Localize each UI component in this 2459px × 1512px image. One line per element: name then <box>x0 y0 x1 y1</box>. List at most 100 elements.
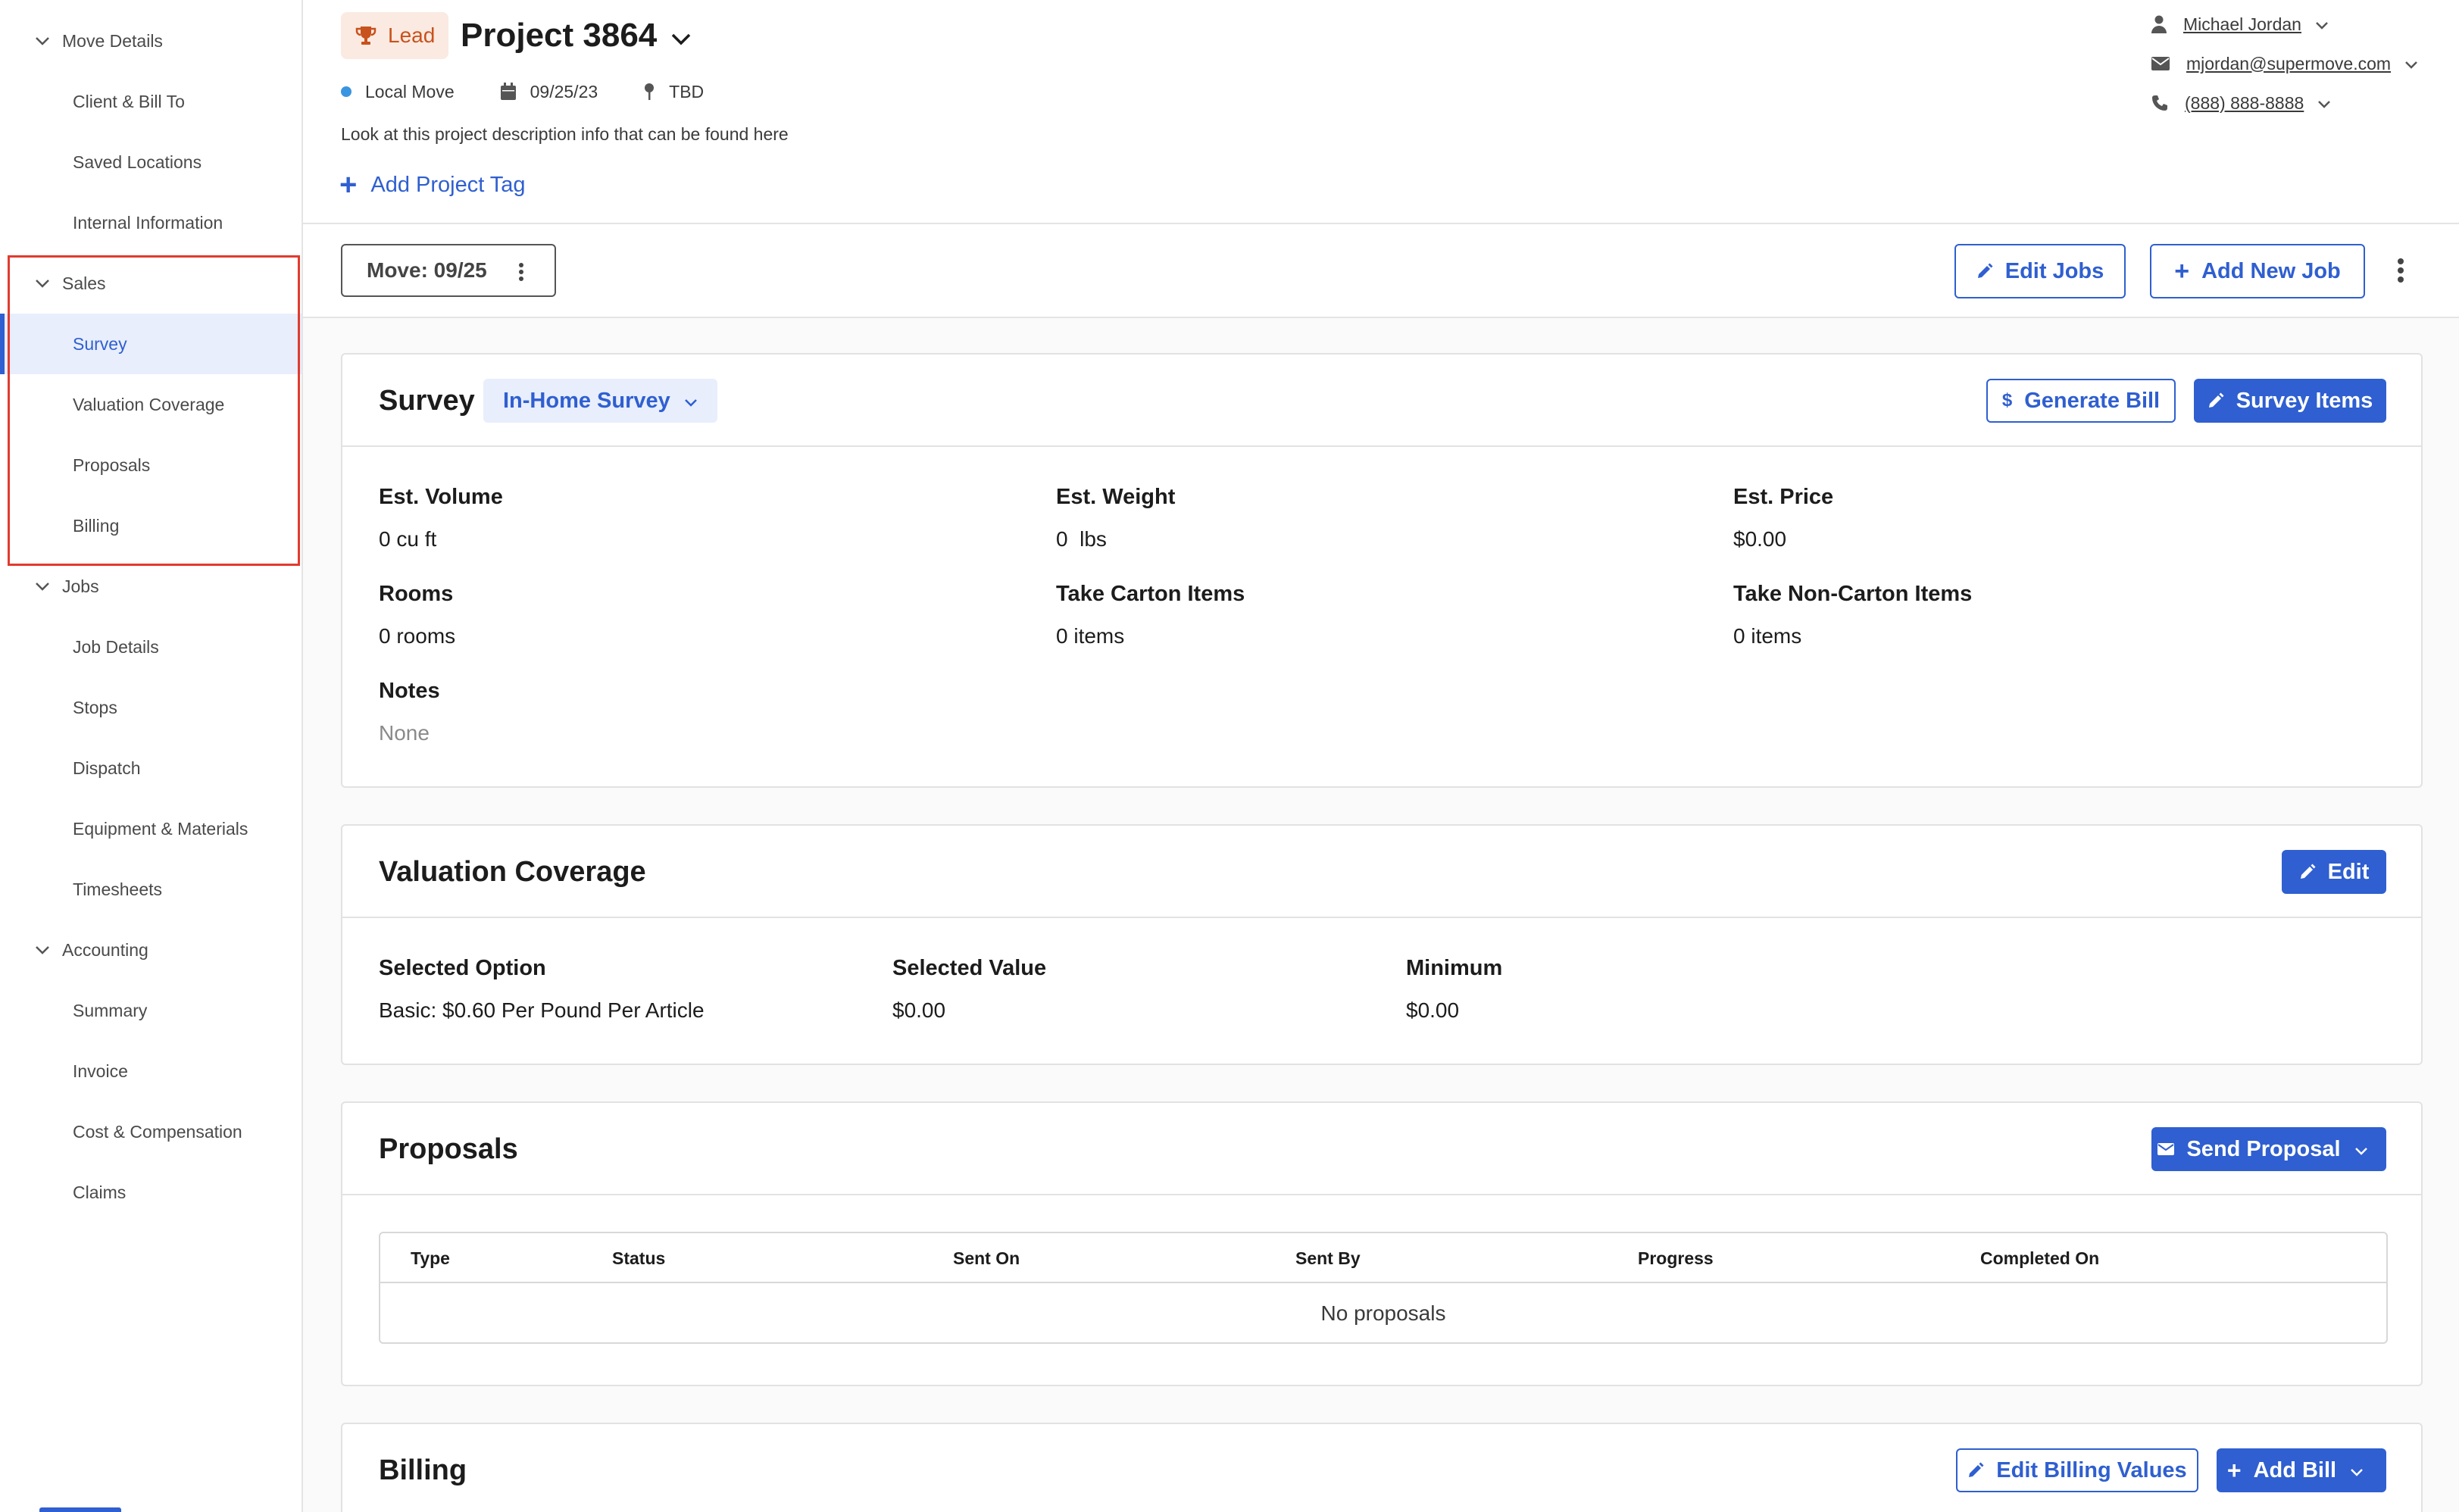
project-title: Project 3864 <box>461 17 658 54</box>
phone-icon <box>2152 95 2167 111</box>
more-options-kebab-icon[interactable] <box>2397 258 2404 283</box>
sidebar-item-job-details[interactable]: Job Details <box>0 617 302 677</box>
proposals-table: Type Status Sent On Sent By Progress Com… <box>379 1232 2388 1344</box>
sidebar-item-summary[interactable]: Summary <box>0 980 302 1041</box>
sidebar-section-accounting[interactable]: Accounting <box>0 920 302 980</box>
chevron-down-icon <box>2317 93 2331 114</box>
plus-icon: + <box>2174 256 2190 286</box>
proposals-card: Proposals Send Proposal Type Status Sent… <box>341 1101 2423 1386</box>
project-title-dropdown[interactable]: Project 3864 <box>461 12 692 59</box>
sidebar-item-label: Survey <box>73 333 127 354</box>
move-selector-button[interactable]: Move: 09/25 <box>341 244 556 297</box>
pencil-icon <box>2300 864 2316 879</box>
sidebar-section-label: Accounting <box>62 939 148 960</box>
move-type-label: Local Move <box>365 81 455 102</box>
sidebar-section-move-details[interactable]: Move Details <box>0 11 302 71</box>
user-icon <box>2151 15 2167 33</box>
contact-name[interactable]: Michael Jordan <box>2151 9 2329 39</box>
send-proposal-button[interactable]: Send Proposal <box>2151 1127 2386 1171</box>
sidebar-item-timesheets[interactable]: Timesheets <box>0 859 302 920</box>
billing-card: Billing Edit Billing Values + Add Bill <box>341 1423 2423 1512</box>
map-pin-icon <box>645 83 655 100</box>
column-status: Status <box>612 1248 666 1268</box>
valuation-edit-button[interactable]: Edit <box>2282 850 2386 894</box>
selected-option-label: Selected Option <box>379 956 546 980</box>
add-project-tag-button[interactable]: + Add Project Tag <box>339 168 526 201</box>
sidebar-item-equipment-materials[interactable]: Equipment & Materials <box>0 798 302 859</box>
send-proposal-label: Send Proposal <box>2186 1136 2341 1161</box>
est-volume-label: Est. Volume <box>379 485 503 509</box>
envelope-icon <box>2157 1143 2175 1155</box>
sidebar-section-jobs[interactable]: Jobs <box>0 556 302 617</box>
sidebar-item-label: Equipment & Materials <box>73 818 248 839</box>
rooms-label: Rooms <box>379 582 454 606</box>
take-carton-items-label: Take Carton Items <box>1056 582 1245 606</box>
valuation-coverage-card: Valuation Coverage Edit Selected Option … <box>341 824 2423 1065</box>
sidebar-section-sales[interactable]: Sales <box>0 253 302 314</box>
plus-icon: + <box>2226 1456 2242 1484</box>
move-location: TBD <box>643 82 704 102</box>
chevron-down-icon <box>35 579 50 594</box>
generate-bill-button[interactable]: $ Generate Bill <box>1986 379 2176 423</box>
sidebar-item-survey[interactable]: Survey <box>0 314 302 374</box>
sidebar-item-billing[interactable]: Billing <box>0 495 302 556</box>
billing-title: Billing <box>379 1454 467 1486</box>
jobs-toolbar: Move: 09/25 Edit Jobs + Add New Job <box>303 226 2459 318</box>
contact-email-link[interactable]: mjordan@supermove.com <box>2186 54 2391 74</box>
est-weight-label: Est. Weight <box>1056 485 1176 509</box>
project-header: Lead Project 3864 Local Move 09/25/23 TB… <box>303 0 2459 224</box>
contact-email[interactable]: mjordan@supermove.com <box>2151 48 2418 79</box>
chevron-down-icon <box>684 389 698 414</box>
move-date: 09/25/23 <box>500 82 598 102</box>
chevron-down-icon <box>2350 1458 2376 1483</box>
sidebar-item-internal-information[interactable]: Internal Information <box>0 192 302 253</box>
sidebar-item-label: Job Details <box>73 636 159 657</box>
minimum-value: $0.00 <box>1406 998 1460 1022</box>
sidebar-item-proposals[interactable]: Proposals <box>0 435 302 495</box>
selected-option-value: Basic: $0.60 Per Pound Per Article <box>379 998 705 1022</box>
sidebar-item-cost-compensation[interactable]: Cost & Compensation <box>0 1101 302 1162</box>
kebab-menu-icon <box>519 263 523 281</box>
sidebar-item-dispatch[interactable]: Dispatch <box>0 738 302 798</box>
sidebar-section-label: Jobs <box>62 576 99 596</box>
chevron-down-icon <box>2354 1137 2380 1162</box>
sidebar-item-label: Valuation Coverage <box>73 394 225 414</box>
sidebar-item-valuation-coverage[interactable]: Valuation Coverage <box>0 374 302 435</box>
take-non-carton-items-label: Take Non-Carton Items <box>1733 582 1973 606</box>
move-selector-label: Move: 09/25 <box>367 258 487 282</box>
edit-billing-values-button[interactable]: Edit Billing Values <box>1956 1448 2198 1492</box>
contact-phone-link[interactable]: (888) 888-8888 <box>2185 93 2304 114</box>
est-price-value: $0.00 <box>1733 527 1787 551</box>
contact-name-link[interactable]: Michael Jordan <box>2183 14 2301 35</box>
move-type-dot <box>341 86 352 97</box>
est-volume-value: 0 cu ft <box>379 527 437 551</box>
add-bill-button[interactable]: + Add Bill <box>2217 1448 2386 1492</box>
chevron-down-icon <box>670 17 692 55</box>
column-type: Type <box>411 1248 450 1268</box>
sidebar-item-label: Stops <box>73 697 117 717</box>
sidebar-item-stops[interactable]: Stops <box>0 677 302 738</box>
lead-badge-label: Lead <box>388 23 436 47</box>
survey-card: Survey In-Home Survey $ Generate Bill Su… <box>341 353 2423 788</box>
chevron-down-icon <box>2315 14 2329 35</box>
sidebar-item-label: Saved Locations <box>73 152 202 172</box>
column-completed-on: Completed On <box>1980 1248 2100 1268</box>
billing-card-header: Billing Edit Billing Values + Add Bill <box>342 1424 2421 1512</box>
contact-phone[interactable]: (888) 888-8888 <box>2151 88 2331 118</box>
sidebar-item-claims[interactable]: Claims <box>0 1162 302 1223</box>
sidebar-item-label: Invoice <box>73 1061 128 1081</box>
sidebar-item-saved-locations[interactable]: Saved Locations <box>0 132 302 192</box>
add-project-tag-label: Add Project Tag <box>370 172 526 197</box>
proposals-table-header: Type Status Sent On Sent By Progress Com… <box>380 1233 2386 1283</box>
sidebar-section-label: Sales <box>62 273 106 293</box>
pencil-icon <box>2208 392 2224 408</box>
survey-items-button[interactable]: Survey Items <box>2194 379 2386 423</box>
sidebar-item-label: Claims <box>73 1182 127 1202</box>
edit-jobs-button[interactable]: Edit Jobs <box>1954 244 2126 298</box>
survey-type-dropdown[interactable]: In-Home Survey <box>483 379 717 423</box>
add-new-job-button[interactable]: + Add New Job <box>2150 244 2365 298</box>
proposals-empty-state: No proposals <box>1320 1301 1446 1325</box>
sidebar-item-client-bill-to[interactable]: Client & Bill To <box>0 71 302 132</box>
minimum-label: Minimum <box>1406 956 1503 980</box>
sidebar-item-invoice[interactable]: Invoice <box>0 1041 302 1101</box>
